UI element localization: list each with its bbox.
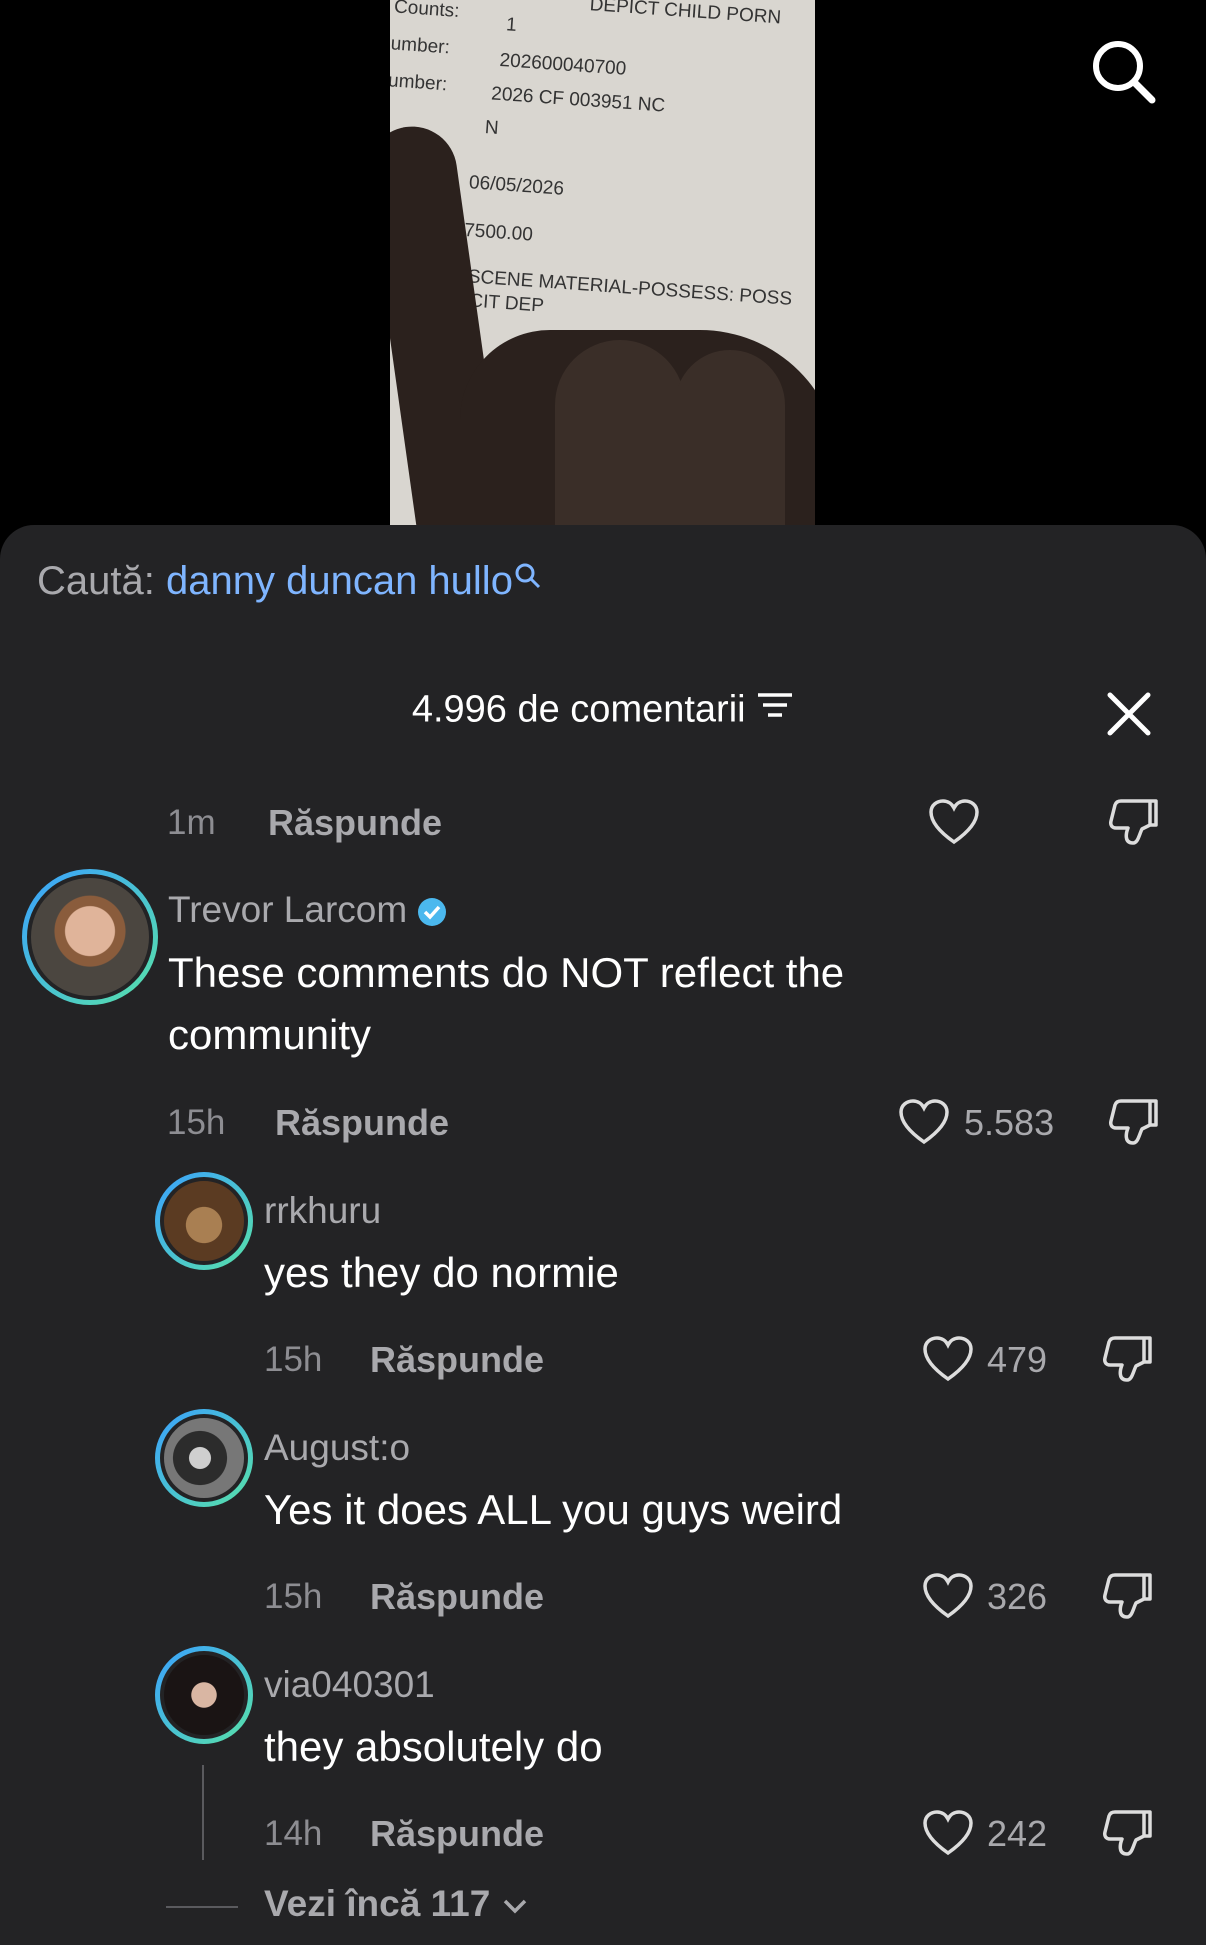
dislike-icon[interactable] (1100, 1806, 1154, 1860)
doc-value: 2026 CF 003951 NC (490, 83, 666, 117)
dislike-icon[interactable] (1100, 1569, 1154, 1623)
like-count: 242 (987, 1813, 1048, 1854)
doc-value: 1 (505, 14, 518, 37)
comment-username[interactable]: Trevor Larcom (168, 889, 447, 931)
reply-button[interactable]: Răspunde (370, 1576, 544, 1618)
heart-icon[interactable] (928, 798, 980, 846)
search-query[interactable]: danny duncan hullo (166, 559, 513, 603)
view-more-replies-button[interactable]: Vezi încă 117 (264, 1883, 529, 1925)
comment-username[interactable]: August:o (264, 1427, 410, 1469)
avatar[interactable] (155, 1409, 253, 1507)
comments-header: 4.996 de comentarii (0, 687, 1206, 731)
close-icon[interactable] (1104, 689, 1154, 739)
reply-button[interactable]: Răspunde (370, 1813, 544, 1855)
heart-icon[interactable] (922, 1572, 974, 1620)
comment-text: they absolutely do (264, 1723, 603, 1770)
chevron-down-icon (503, 1899, 526, 1914)
avatar[interactable] (155, 1646, 253, 1744)
avatar[interactable] (155, 1172, 253, 1270)
doc-label: lumber: (390, 33, 451, 59)
comment-text: yes they do normie (264, 1249, 619, 1296)
comment-time: 1m (167, 803, 216, 842)
comment-text: Yes it does ALL you guys weird (264, 1486, 843, 1533)
comments-count: 4.996 de comentarii (411, 688, 746, 731)
sort-icon[interactable] (756, 690, 794, 720)
search-icon (515, 563, 540, 589)
search-suggestion[interactable]: Caută: danny duncan hullo (37, 559, 543, 604)
knuckle-shape (675, 350, 785, 525)
comment-time: 15h (167, 1103, 226, 1142)
comment-username[interactable]: via040301 (264, 1664, 435, 1706)
heart-icon[interactable] (922, 1809, 974, 1857)
doc-label: Counts: (393, 0, 461, 22)
dislike-icon[interactable] (1100, 1332, 1154, 1386)
search-icon[interactable] (1088, 36, 1158, 106)
search-label: Caută: (37, 559, 155, 603)
comments-sheet: Caută: danny duncan hullo 4.996 de comen… (0, 525, 1206, 1945)
doc-value: N (484, 117, 500, 140)
divider (166, 1906, 238, 1908)
comment-username[interactable]: rrkhuru (264, 1190, 381, 1232)
comment-text: These comments do NOT reflect the commun… (168, 949, 845, 1058)
comment-time: 14h (264, 1814, 323, 1853)
username-text: Trevor Larcom (168, 889, 408, 930)
like-count: 326 (987, 1576, 1048, 1617)
avatar[interactable] (22, 869, 158, 1005)
doc-value: 06/05/2026 (468, 172, 565, 200)
video-frame[interactable]: DEPICT CHILD PORN Counts: 1 lumber: 2026… (390, 0, 815, 525)
like-count: 479 (987, 1339, 1048, 1380)
thread-line (202, 1765, 204, 1860)
verified-badge-icon (418, 898, 447, 927)
reply-button[interactable]: Răspunde (275, 1102, 449, 1144)
doc-header: DEPICT CHILD PORN (589, 0, 782, 29)
comment-time: 15h (264, 1577, 323, 1616)
reply-button[interactable]: Răspunde (370, 1339, 544, 1381)
knuckle-shape (555, 340, 685, 525)
doc-value: 202600040700 (498, 49, 627, 80)
reply-button[interactable]: Răspunde (268, 802, 442, 844)
dislike-icon[interactable] (1106, 1095, 1160, 1149)
comment-time: 15h (264, 1340, 323, 1379)
like-count: 5.583 (964, 1102, 1055, 1143)
heart-icon[interactable] (898, 1098, 950, 1146)
view-more-label: Vezi încă 117 (264, 1883, 491, 1924)
heart-icon[interactable] (922, 1335, 974, 1383)
dislike-icon[interactable] (1106, 795, 1160, 849)
doc-label: lumber: (390, 69, 448, 96)
